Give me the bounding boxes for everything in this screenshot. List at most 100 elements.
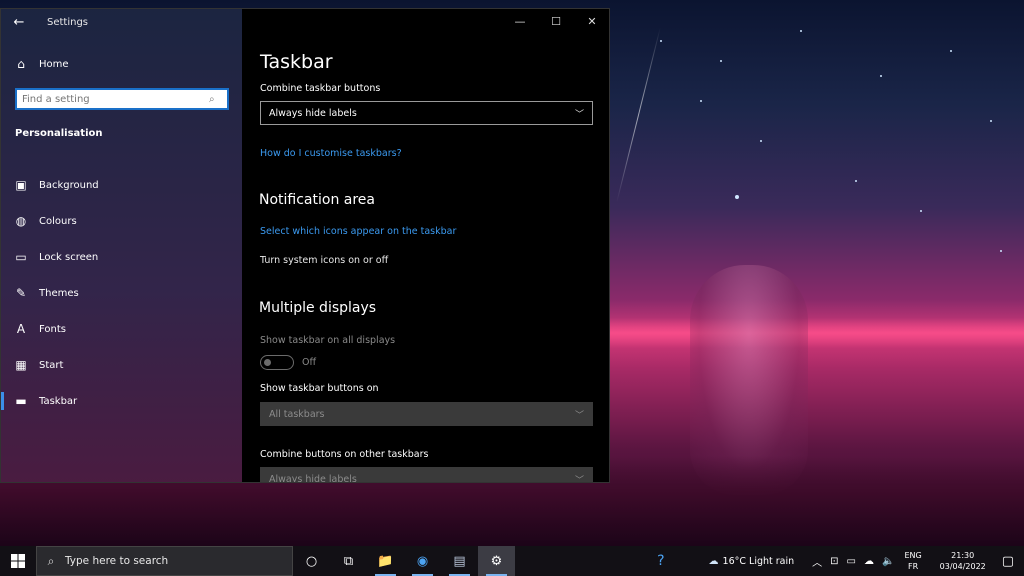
wallpaper-star [735,195,739,199]
show-buttons-on-label: Show taskbar buttons on [260,383,379,394]
wallpaper-star [880,75,882,77]
taskbar-search-placeholder: Type here to search [65,555,169,567]
taskbar-search[interactable]: ⌕ Type here to search [36,546,293,576]
help-icon[interactable]: ? [657,553,664,569]
clock-time: 21:30 [951,551,975,560]
chevron-down-icon: ﹀ [574,475,584,483]
lock-screen-icon: ▭ [15,250,27,264]
sidebar-item-label: Fonts [39,323,66,335]
battery-icon[interactable]: ▭ [847,556,856,567]
sidebar-item-label: Background [39,179,99,191]
wallpaper-star [1000,250,1002,252]
show-all-displays-toggle[interactable] [260,355,294,370]
window-controls: — ☐ ✕ [502,9,609,33]
sidebar-item-label: Lock screen [39,251,99,263]
notifications-icon[interactable]: ▢ [1002,554,1014,569]
sidebar-item-lock-screen[interactable]: ▭ Lock screen [1,239,242,275]
combine-other-label: Combine buttons on other taskbars [260,449,429,460]
sidebar-item-label: Themes [39,287,79,299]
wallpaper-star [700,100,702,102]
volume-icon[interactable]: 🔈 [882,556,894,567]
sidebar-item-label: Colours [39,215,77,227]
wallpaper-star [720,60,722,62]
settings-icon[interactable]: ⚙ [478,546,515,576]
section-heading: Personalisation [15,128,103,139]
sidebar: ← Settings ⌂ Home ⌕ Personalisation ▣ Ba… [1,9,242,482]
sidebar-item-label: Home [39,58,69,70]
usb-icon[interactable]: ⊡ [830,556,838,567]
sidebar-item-colours[interactable]: ◍ Colours [1,203,242,239]
sidebar-item-taskbar[interactable]: ▬ Taskbar [1,383,242,419]
wallpaper-star [855,180,857,182]
minimize-button[interactable]: — [502,9,538,33]
search-icon: ⌕ [47,553,55,568]
themes-icon: ✎ [15,286,27,300]
settings-search: ⌕ [15,88,229,110]
multiple-displays-heading: Multiple displays [259,300,377,316]
chevron-down-icon: ﹀ [574,109,584,120]
wallpaper-star [950,50,952,52]
taskbar-icon: ▬ [15,394,27,408]
combine-buttons-dropdown[interactable]: Always hide labels ﹀ [260,101,593,125]
wallpaper-star [920,210,922,212]
home-icon: ⌂ [17,57,25,71]
search-icon[interactable]: ⌕ [209,94,227,105]
customise-taskbars-link[interactable]: How do I customise taskbars? [260,148,402,159]
maximize-button[interactable]: ☐ [538,9,574,33]
image-icon: ▣ [15,178,27,192]
sidebar-item-start[interactable]: ▦ Start [1,347,242,383]
weather-cloud-icon[interactable]: ☁ [709,556,719,567]
taskbar: ⌕ Type here to search ○ ⧉ 📁 ◉ ▤ ⚙ ? ☁ 16… [0,546,1024,576]
sidebar-item-fonts[interactable]: A Fonts [1,311,242,347]
settings-content: — ☐ ✕ Taskbar Combine taskbar buttons Al… [242,9,609,483]
sidebar-item-label: Start [39,359,64,371]
back-arrow-icon: ← [13,14,25,30]
sidebar-item-label: Taskbar [39,395,78,407]
clock[interactable]: 21:30 03/04/2022 [938,550,988,572]
notification-area-heading: Notification area [259,192,375,208]
chevron-up-icon[interactable]: ︿ [812,554,822,569]
chrome-icon[interactable]: ◉ [404,546,441,576]
weather-text[interactable]: 16°C Light rain [723,556,795,567]
wallpaper-star [990,120,992,122]
wallpaper-star [760,140,762,142]
sidebar-item-background[interactable]: ▣ Background [1,167,242,203]
cortana-icon[interactable]: ○ [293,546,330,576]
app-icon[interactable]: ▤ [441,546,478,576]
back-button[interactable]: ← [1,9,37,35]
dropdown-value: Always hide labels [269,107,357,119]
keyboard-layout: FR [907,562,919,571]
task-view-icon[interactable]: ⧉ [330,546,367,576]
app-title: Settings [47,16,89,28]
toggle-state-label: Off [302,357,317,368]
close-button[interactable]: ✕ [574,9,609,33]
sidebar-item-home[interactable]: ⌂ Home [1,53,242,75]
show-buttons-on-dropdown[interactable]: All taskbars ﹀ [260,402,593,426]
settings-window: ← Settings ⌂ Home ⌕ Personalisation ▣ Ba… [0,8,610,483]
show-all-displays-label: Show taskbar on all displays [260,335,396,346]
wallpaper-star [660,40,662,42]
combine-buttons-label: Combine taskbar buttons [260,83,381,94]
title-bar: ← Settings [1,9,242,35]
system-icons-link[interactable]: Turn system icons on or off [260,255,388,266]
language-code: ENG [904,551,922,560]
select-icons-link[interactable]: Select which icons appear on the taskbar [260,226,456,237]
dropdown-value: All taskbars [269,408,325,420]
wallpaper-streak [616,27,661,203]
file-explorer-icon[interactable]: 📁 [367,546,404,576]
language-indicator[interactable]: ENG FR [904,550,921,572]
windows-logo-icon [11,554,25,568]
toggle-knob [264,358,271,366]
fonts-icon: A [16,322,26,336]
start-icon: ▦ [15,358,27,372]
dropdown-value: Always hide labels [269,473,357,483]
search-input[interactable] [17,93,209,105]
combine-other-dropdown[interactable]: Always hide labels ﹀ [260,467,593,483]
chevron-down-icon: ﹀ [574,410,584,421]
sidebar-nav: ▣ Background ◍ Colours ▭ Lock screen ✎ T… [1,167,242,419]
palette-icon: ◍ [15,214,27,228]
sidebar-item-themes[interactable]: ✎ Themes [1,275,242,311]
onedrive-icon[interactable]: ☁ [864,556,874,567]
start-button[interactable] [0,546,36,576]
page-title: Taskbar [260,51,333,73]
